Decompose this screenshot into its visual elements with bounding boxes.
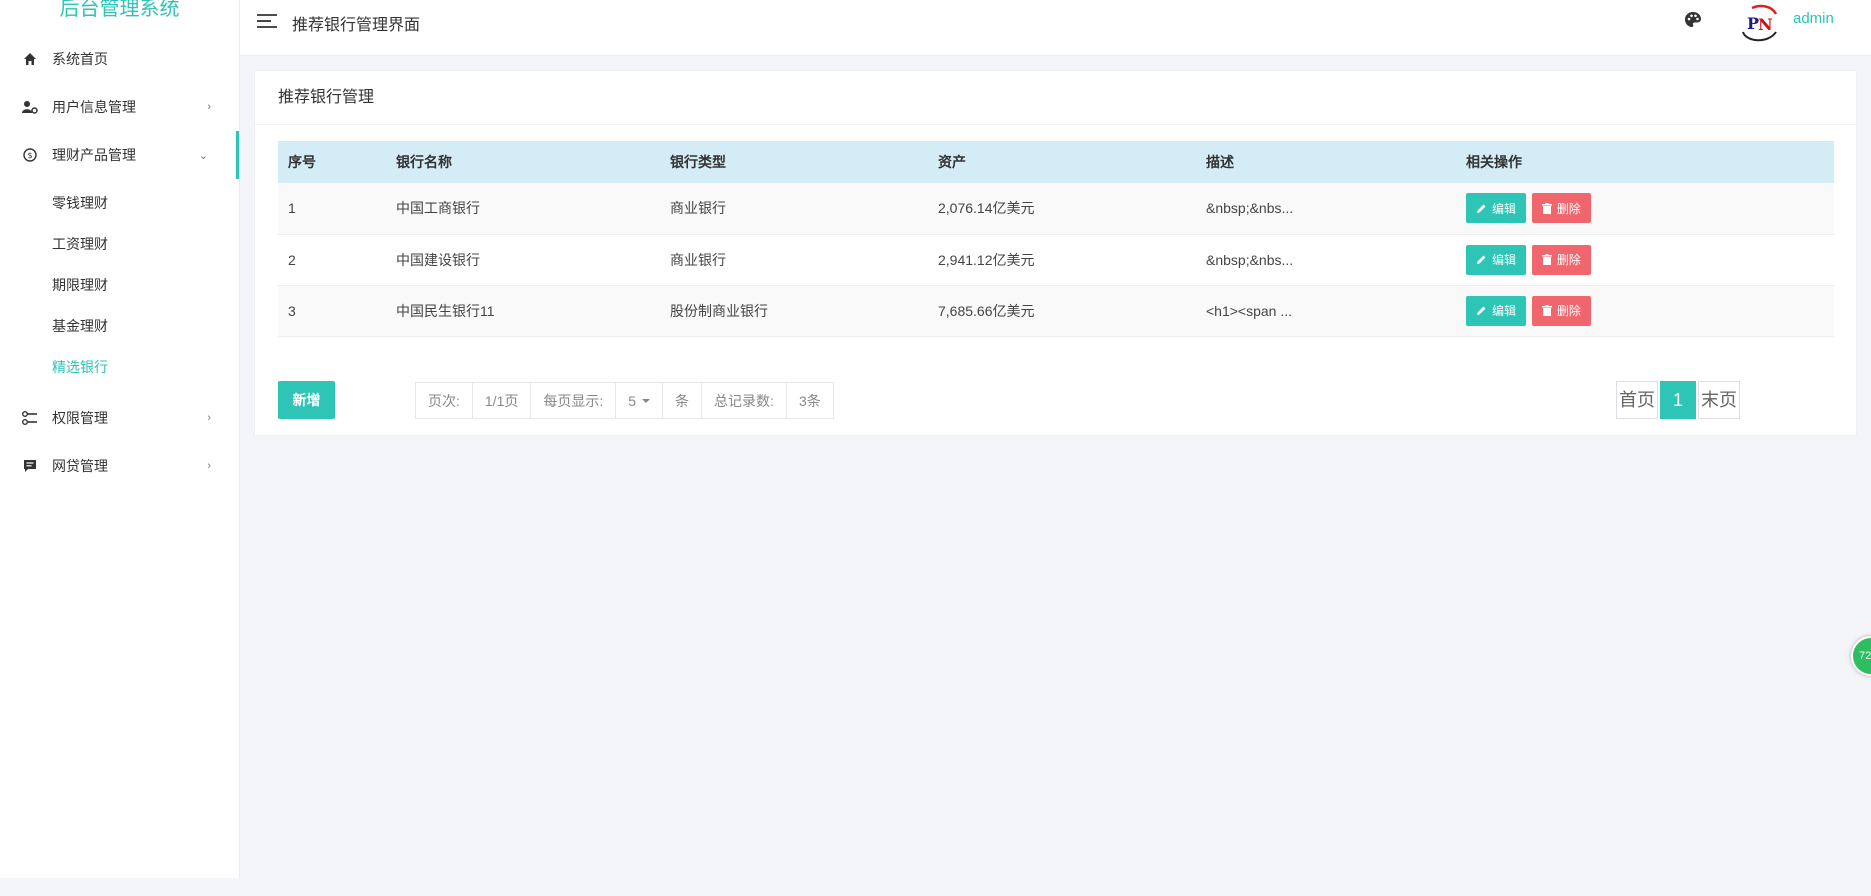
sidebar-subitem-salary-finance[interactable]: 工资理财: [0, 224, 239, 265]
menu-toggle-icon[interactable]: [257, 13, 277, 29]
username[interactable]: admin: [1793, 10, 1834, 27]
per-page-select[interactable]: 5: [616, 383, 664, 418]
trash-icon: [1541, 202, 1552, 214]
cell-bank-type: 股份制商业银行: [660, 285, 928, 337]
sidebar-item-label: 理财产品管理: [52, 147, 136, 163]
cell-description: &nbsp;&nbs...: [1196, 183, 1456, 235]
home-icon: [22, 51, 38, 67]
sidebar-item-label: 网贷管理: [52, 458, 108, 474]
caret-down-icon: [642, 398, 651, 403]
total-label: 总记录数:: [702, 383, 787, 418]
cell-bank-name: 中国民生银行11: [386, 285, 660, 337]
delete-label: 删除: [1556, 304, 1581, 318]
table-row: 3 中国民生银行11 股份制商业银行 7,685.66亿美元 <h1><span…: [278, 285, 1834, 337]
sidebar-item-permissions[interactable]: 权限管理 ›: [0, 394, 239, 442]
sidebar-subitem-change-finance[interactable]: 零钱理财: [0, 183, 239, 224]
cell-description: &nbsp;&nbs...: [1196, 234, 1456, 286]
edit-label: 编辑: [1492, 253, 1517, 267]
delete-label: 删除: [1556, 201, 1581, 216]
chevron-right-icon: ›: [207, 460, 211, 472]
chevron-right-icon: ›: [207, 101, 211, 113]
cell-assets: 2,076.14亿美元: [928, 183, 1196, 235]
bank-management-card: 推荐银行管理 序号 银行名称 银行类型 资产 描述 相关操作 1 中国工商银行 …: [254, 70, 1857, 436]
column-header: 银行名称: [386, 141, 660, 183]
bank-table: 序号 银行名称 银行类型 资产 描述 相关操作 1 中国工商银行 商业银行 2,…: [278, 141, 1834, 337]
cell-no: 1: [278, 183, 386, 235]
floating-widget[interactable]: 72: [1851, 636, 1871, 676]
cell-no: 2: [278, 234, 386, 286]
cell-bank-name: 中国工商银行: [386, 183, 660, 235]
page-1-button[interactable]: 1: [1660, 381, 1696, 419]
cell-actions: 编辑 删除: [1456, 285, 1834, 337]
trash-icon: [1541, 254, 1552, 265]
cell-actions: 编辑 删除: [1456, 234, 1834, 286]
column-header: 相关操作: [1456, 141, 1834, 183]
chevron-down-icon: ⌄: [198, 149, 208, 162]
pencil-icon: [1476, 305, 1487, 316]
pagination: 首页 1 末页: [1616, 381, 1742, 419]
total-value: 3条: [798, 392, 821, 409]
sidebar-subitem-fund-finance[interactable]: 基金理财: [0, 306, 239, 347]
user-settings-icon: [22, 99, 38, 115]
delete-label: 删除: [1556, 253, 1581, 267]
svg-text:N: N: [1758, 15, 1773, 34]
edit-label: 编辑: [1492, 201, 1517, 216]
per-page-value: 5: [628, 392, 637, 409]
sidebar: 后台管理系统 系统首页 用户信息管理 › $ 理财产品管理 ⌄ 零钱理财 工资理…: [0, 0, 240, 878]
finance-icon: $: [22, 147, 38, 163]
top-header: 推荐银行管理界面 P N admin: [240, 0, 1871, 56]
table-row: 1 中国工商银行 商业银行 2,076.14亿美元 &nbsp;&nbs... …: [278, 183, 1834, 235]
delete-button[interactable]: 删除: [1531, 244, 1591, 275]
chevron-right-icon: ›: [207, 412, 211, 424]
column-header: 描述: [1196, 141, 1456, 183]
edit-button[interactable]: 编辑: [1466, 244, 1527, 275]
pagination-info: 页次: 1/1页 每页显示: 5 条 总记录数: 3条: [415, 382, 834, 419]
page-label: 页次:: [416, 383, 473, 418]
cell-assets: 7,685.66亿美元: [928, 285, 1196, 337]
edit-label: 编辑: [1492, 304, 1517, 318]
svg-text:$: $: [27, 151, 32, 160]
per-page-unit: 条: [663, 383, 703, 418]
column-header: 银行类型: [660, 141, 928, 183]
cell-assets: 2,941.12亿美元: [928, 234, 1196, 286]
app-brand: 后台管理系统: [59, 0, 180, 20]
delete-button[interactable]: 删除: [1531, 193, 1591, 224]
per-page-label: 每页显示:: [531, 383, 617, 418]
sidebar-item-user-info[interactable]: 用户信息管理 ›: [0, 83, 239, 131]
sidebar-subitem-selected-banks[interactable]: 精选银行: [0, 347, 239, 388]
first-page-button[interactable]: 首页: [1616, 381, 1658, 419]
pencil-icon: [1476, 203, 1487, 214]
message-icon: [22, 458, 38, 474]
page-value: 1/1页: [473, 383, 532, 418]
avatar[interactable]: P N: [1738, 2, 1780, 44]
edit-button[interactable]: 编辑: [1466, 295, 1527, 326]
last-page-button[interactable]: 末页: [1698, 381, 1740, 419]
cell-bank-name: 中国建设银行: [386, 234, 660, 286]
cell-no: 3: [278, 285, 386, 337]
table-row: 2 中国建设银行 商业银行 2,941.12亿美元 &nbsp;&nbs... …: [278, 234, 1834, 286]
sidebar-item-home[interactable]: 系统首页: [0, 35, 239, 83]
add-button[interactable]: 新增: [278, 381, 335, 419]
sidebar-item-label: 系统首页: [52, 51, 108, 67]
column-header: 资产: [928, 141, 1196, 183]
cell-description: <h1><span ...: [1196, 285, 1456, 337]
cell-bank-type: 商业银行: [660, 183, 928, 235]
sidebar-item-finance-products[interactable]: $ 理财产品管理 ⌄: [0, 131, 239, 179]
pencil-icon: [1476, 254, 1487, 265]
sidebar-item-online-loans[interactable]: 网贷管理 ›: [0, 442, 239, 490]
sidebar-item-label: 用户信息管理: [52, 99, 136, 115]
cell-actions: 编辑 删除: [1456, 183, 1834, 235]
page-title: 推荐银行管理界面: [292, 17, 421, 34]
table-header-row: 序号 银行名称 银行类型 资产 描述 相关操作: [278, 141, 1834, 183]
delete-button[interactable]: 删除: [1531, 295, 1591, 326]
palette-icon[interactable]: [1684, 11, 1702, 29]
card-title: 推荐银行管理: [255, 71, 1856, 125]
edit-button[interactable]: 编辑: [1466, 193, 1527, 224]
sidebar-item-label: 权限管理: [52, 410, 108, 426]
cell-bank-type: 商业银行: [660, 234, 928, 286]
key-icon: [22, 410, 38, 426]
trash-icon: [1541, 305, 1552, 316]
column-header: 序号: [278, 141, 386, 183]
sidebar-subitem-term-finance[interactable]: 期限理财: [0, 265, 239, 306]
